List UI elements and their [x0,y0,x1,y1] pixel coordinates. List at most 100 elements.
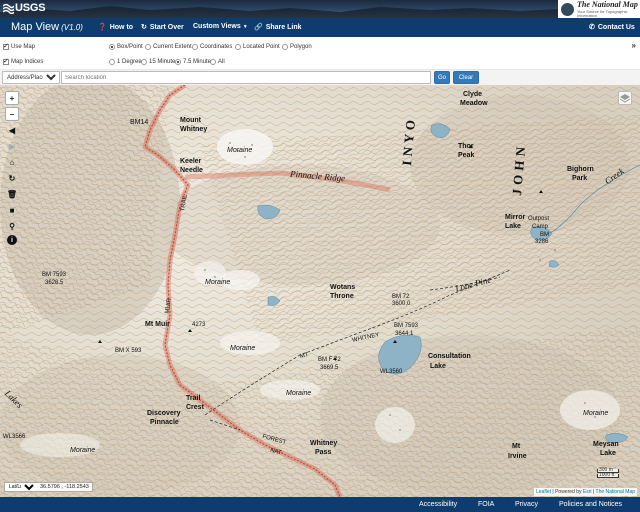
radio-circle[interactable] [192,44,198,50]
question-circle-icon: ❓ [98,24,107,31]
label-bm-3628: 3628.5 [45,280,64,286]
label-bighorn-park: Bighorn [567,166,594,173]
leaflet-link[interactable]: Leaflet [536,489,551,495]
label-inyo: I N Y O [399,118,418,167]
footer-accessibility-link[interactable]: Accessibility [419,501,457,508]
clear-button[interactable]: Clear [453,71,479,84]
esri-link[interactable]: Esri [583,489,592,495]
label-thor-peak: Thor [458,143,474,150]
use-map-checkbox[interactable]: Use Map [3,42,35,50]
coordinate-readout: Lat/Lng 36.5796 , -118.2543 [4,482,93,492]
usgs-wave-icon [3,3,14,14]
how-to-link[interactable]: ❓ How to [98,23,133,32]
label-wotans-throne: Wotans [330,284,356,291]
national-map-logo[interactable]: The National Map Your Source for Topogra… [558,0,640,18]
radio-1-degree[interactable]: 1 Degree [109,59,142,65]
label-discovery-pinnacle: Discovery [147,410,181,417]
collapse-options-icon[interactable]: » [632,41,636,50]
back-button[interactable]: ◀ [5,123,19,137]
label-whitney-pass: Whitney [310,440,338,447]
label-outpost-camp-2: Camp [532,224,549,230]
label-bighorn-park-2: Park [572,175,588,182]
nav-bar: Map View (V1.0) ❓ How to ↻ Start Over Custo… [0,18,640,37]
label-bm-7593-b: BM 7593 [394,323,419,329]
checkbox-box[interactable] [3,42,9,50]
topographic-map[interactable] [0,85,640,497]
label-mt-irvine-2: Irvine [508,453,527,460]
label-mt-muir-elev: 4273 [192,322,206,328]
national-map-tagline: Your Source for Topographic Information [577,8,628,18]
label-wl-3560: WL3560 [380,369,403,375]
map-indices-checkbox[interactable]: Map Indices [3,57,43,65]
share-link[interactable]: 🔗 Share Link [254,23,302,32]
custom-views-dropdown[interactable]: Custom Views ▼ [193,23,248,30]
label-outpost-camp: Outpost [528,216,550,222]
label-meysan-lake-2: Lake [600,450,616,457]
radio-located-point[interactable]: Located Point [235,44,280,50]
zoom-in-button[interactable]: + [5,91,19,105]
coordinate-value: 36.5796 , -118.2543 [40,484,89,490]
mountain-silhouette [0,6,560,18]
label-mt-irvine: Mt [512,443,521,450]
radio-circle[interactable] [210,59,216,65]
label-bm-7593: BM 7593 [42,272,67,278]
layers-button[interactable] [618,91,632,105]
radio-circle[interactable] [145,44,151,50]
label-moraine-4: Moraine [286,390,312,397]
national-map-title: The National Map [577,0,638,9]
refresh-button[interactable]: ↻ [5,171,19,185]
radio-polygon[interactable]: Polygon [282,44,312,50]
national-map-seal-icon [561,2,574,16]
radio-box-point[interactable]: Box/Point [109,44,143,50]
label-trail-crest-2: Crest [186,404,204,411]
footer-policies-link[interactable]: Policies and Notices [559,501,622,508]
usgs-text: USGS [15,2,46,14]
go-button[interactable]: Go [434,71,450,84]
pin-button[interactable]: ⚲ [5,219,19,233]
radio-coordinates[interactable]: Coordinates [192,44,232,50]
radio-circle[interactable] [141,59,147,65]
forward-button[interactable]: ▶ [5,139,19,153]
footer-privacy-link[interactable]: Privacy [515,501,538,508]
start-over-link[interactable]: ↻ Start Over [141,23,184,32]
search-input[interactable] [61,71,431,84]
zoom-out-button[interactable]: − [5,107,19,121]
label-wl-3566: WL3566 [3,434,26,440]
search-bar: Address/Place Go Clear [0,70,640,85]
label-whitney-pass-2: Pass [315,449,332,456]
coordinate-system-select[interactable]: Lat/Lng [5,483,37,491]
options-panel: Use Map Map Indices Box/Point Current Ex… [0,37,640,70]
radio-15-minute[interactable]: 15 Minute [141,59,175,65]
usgs-logo[interactable]: USGS [3,2,46,14]
caret-down-icon: ▼ [242,23,248,30]
home-button[interactable]: ⌂ [5,155,19,169]
national-map-link[interactable]: The National Map [596,489,635,495]
contact-us-link[interactable]: ✆ Contact Us [589,23,635,32]
radio-all[interactable]: All [210,59,225,65]
radio-circle[interactable] [175,59,181,65]
label-keeler-needle-2: Needle [180,167,203,174]
radio-circle[interactable] [235,44,241,50]
label-mirror-lake-2: Lake [505,223,521,230]
footer-foia-link[interactable]: FOIA [478,501,494,508]
radio-circle[interactable] [282,44,288,50]
map-canvas[interactable]: BM14 Mount Whitney Moraine Keeler Needle… [0,85,640,497]
label-keeler-needle: Keeler [180,158,202,165]
label-clyde-meadow-2: Meadow [460,100,488,107]
radio-current-extent[interactable]: Current Extent [145,44,192,50]
label-bm-593: BM X 593 [115,348,142,354]
square-button[interactable]: ■ [5,203,19,217]
radio-7-5-minute[interactable]: 7.5 Minute [175,59,211,65]
label-moraine-6: Moraine [583,410,609,417]
label-bm-3644: 3644.1 [395,331,414,337]
app-version: (V1.0) [61,23,83,32]
label-wotans-throne-2: Throne [330,293,354,300]
scale-bar: 300 m 1000 ft [597,468,619,479]
radio-circle[interactable] [109,44,115,50]
radio-circle[interactable] [109,59,115,65]
checkbox-box[interactable] [3,57,9,65]
label-mount-whitney-2: Whitney [180,126,208,133]
info-button[interactable]: i [7,235,17,245]
delete-button[interactable]: 🗑 [5,187,19,201]
search-type-select[interactable]: Address/Place [2,71,60,84]
